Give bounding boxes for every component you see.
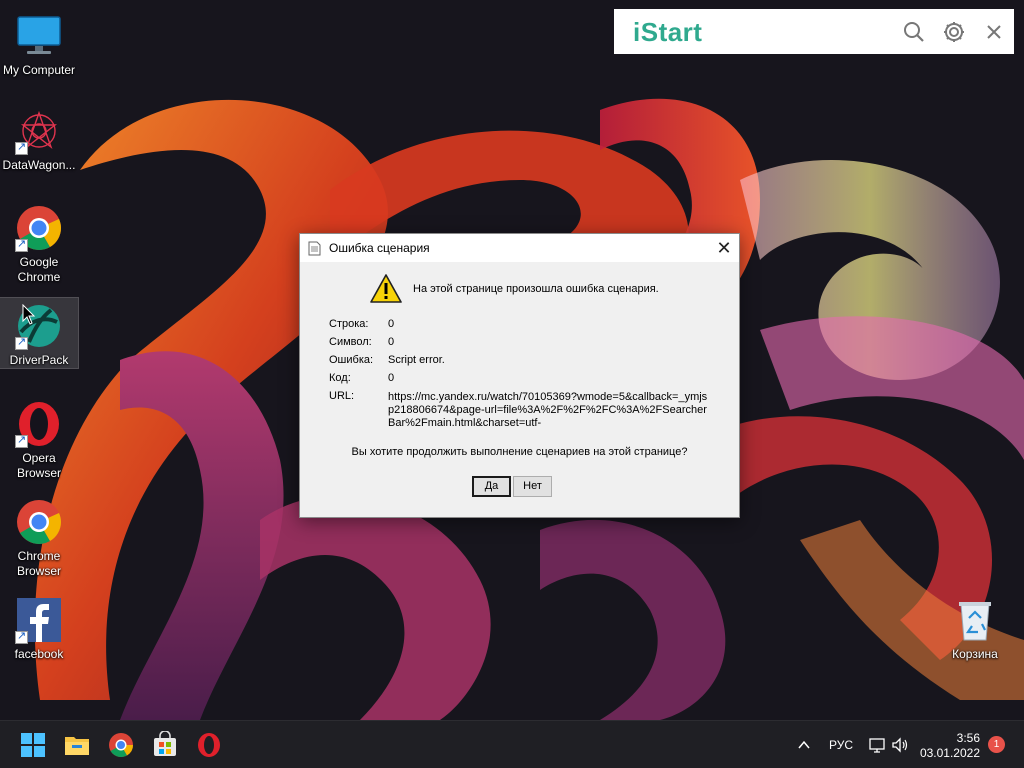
start-button[interactable] bbox=[19, 731, 47, 759]
line-value: 0 bbox=[388, 318, 395, 330]
opera-taskbar-icon bbox=[198, 733, 220, 757]
desktop-icon-driverpack[interactable]: DriverPack bbox=[0, 297, 79, 369]
desktop-icon-label: Chrome Browser bbox=[16, 549, 61, 578]
desktop-icon-label: DriverPack bbox=[9, 353, 69, 367]
dialog-message: На этой странице произошла ошибка сценар… bbox=[413, 283, 659, 295]
shortcut-arrow-icon bbox=[15, 237, 28, 252]
chevron-up-icon bbox=[798, 740, 810, 749]
desktop-icon-opera-browser[interactable]: Opera Browser bbox=[0, 396, 78, 481]
desktop-icon-label: facebook bbox=[14, 647, 64, 661]
clock-time: 3:56 bbox=[956, 731, 980, 745]
desktop-icon-my-computer[interactable]: My Computer bbox=[0, 8, 78, 78]
shortcut-arrow-icon bbox=[15, 433, 28, 448]
document-icon bbox=[308, 241, 321, 256]
code-label: Код: bbox=[329, 372, 351, 384]
language-indicator[interactable]: РУС bbox=[829, 738, 853, 752]
tray-network[interactable] bbox=[868, 736, 886, 754]
tray-volume[interactable] bbox=[891, 736, 909, 754]
istart-close-button[interactable] bbox=[981, 19, 1007, 45]
istart-toolbar: iStart bbox=[614, 9, 1014, 54]
taskbar: РУС 3:56 03.01.2022 1 bbox=[0, 720, 1024, 768]
close-icon bbox=[987, 25, 1001, 39]
monitor-icon bbox=[15, 12, 63, 60]
desktop-icon-label: Корзина bbox=[952, 647, 998, 661]
url-label: URL: bbox=[329, 390, 355, 402]
desktop-icon-google-chrome[interactable]: Google Chrome bbox=[0, 200, 78, 285]
desktop-icon-label: Google Chrome bbox=[17, 255, 61, 284]
speaker-icon bbox=[892, 737, 908, 753]
dialog-title: Ошибка сценария bbox=[329, 241, 430, 255]
istart-search-button[interactable] bbox=[901, 19, 927, 45]
line-label: Строка: bbox=[329, 318, 369, 330]
dialog-question: Вы хотите продолжить выполнение сценарие… bbox=[351, 446, 688, 458]
desktop-icon-facebook[interactable]: facebook bbox=[0, 592, 78, 662]
desktop-icon-datawagon[interactable]: DataWagon... bbox=[0, 103, 78, 173]
clock-date: 03.01.2022 bbox=[919, 746, 980, 760]
char-value: 0 bbox=[388, 336, 395, 348]
istart-settings-button[interactable] bbox=[941, 19, 967, 45]
gear-icon bbox=[944, 22, 964, 42]
taskbar-opera[interactable] bbox=[195, 731, 223, 759]
code-value: 0 bbox=[388, 372, 395, 384]
desktop-icon-label: DataWagon... bbox=[2, 158, 76, 172]
dialog-titlebar[interactable]: Ошибка сценария ✕ bbox=[300, 234, 739, 262]
network-icon bbox=[869, 738, 885, 753]
error-value: Script error. bbox=[388, 354, 445, 366]
close-icon: ✕ bbox=[716, 238, 732, 258]
clock[interactable]: 3:56 03.01.2022 bbox=[918, 728, 980, 762]
opera-icon bbox=[15, 400, 63, 448]
script-error-dialog: Ошибка сценария ✕ На этой странице произ… bbox=[299, 233, 740, 518]
yes-button[interactable]: Да bbox=[472, 476, 511, 497]
file-explorer-icon bbox=[65, 737, 89, 755]
notification-badge[interactable]: 1 bbox=[988, 736, 1005, 753]
desktop-icon-label: My Computer bbox=[2, 63, 76, 77]
datawagon-icon bbox=[15, 107, 63, 155]
desktop-icon-recycle-bin[interactable]: Корзина bbox=[936, 592, 1014, 662]
windows-start-icon bbox=[21, 733, 45, 757]
chrome-browser-icon bbox=[15, 498, 63, 546]
desktop-icon-label: Opera Browser bbox=[16, 451, 61, 480]
tray-overflow-button[interactable] bbox=[796, 737, 812, 753]
search-icon bbox=[904, 22, 924, 42]
chrome-taskbar-icon bbox=[109, 733, 133, 758]
shortcut-arrow-icon bbox=[15, 335, 28, 350]
facebook-icon bbox=[15, 596, 63, 644]
shortcut-arrow-icon bbox=[15, 629, 28, 644]
mouse-cursor-icon bbox=[22, 304, 36, 325]
warning-icon bbox=[370, 274, 402, 303]
store-icon bbox=[154, 730, 176, 756]
error-label: Ошибка: bbox=[329, 354, 374, 366]
url-value: https://mc.yandex.ru/watch/70105369?wmod… bbox=[388, 391, 708, 429]
taskbar-file-explorer[interactable] bbox=[63, 731, 91, 759]
taskbar-store[interactable] bbox=[151, 730, 179, 759]
char-label: Символ: bbox=[329, 336, 372, 348]
shortcut-arrow-icon bbox=[15, 140, 28, 155]
chrome-icon bbox=[15, 204, 63, 252]
desktop-icon-chrome-browser[interactable]: Chrome Browser bbox=[0, 494, 78, 579]
dialog-close-button[interactable]: ✕ bbox=[709, 234, 739, 262]
no-button[interactable]: Нет bbox=[513, 476, 552, 497]
taskbar-chrome[interactable] bbox=[107, 731, 135, 759]
recycle-bin-icon bbox=[951, 596, 999, 644]
istart-logo: iStart bbox=[633, 17, 703, 47]
